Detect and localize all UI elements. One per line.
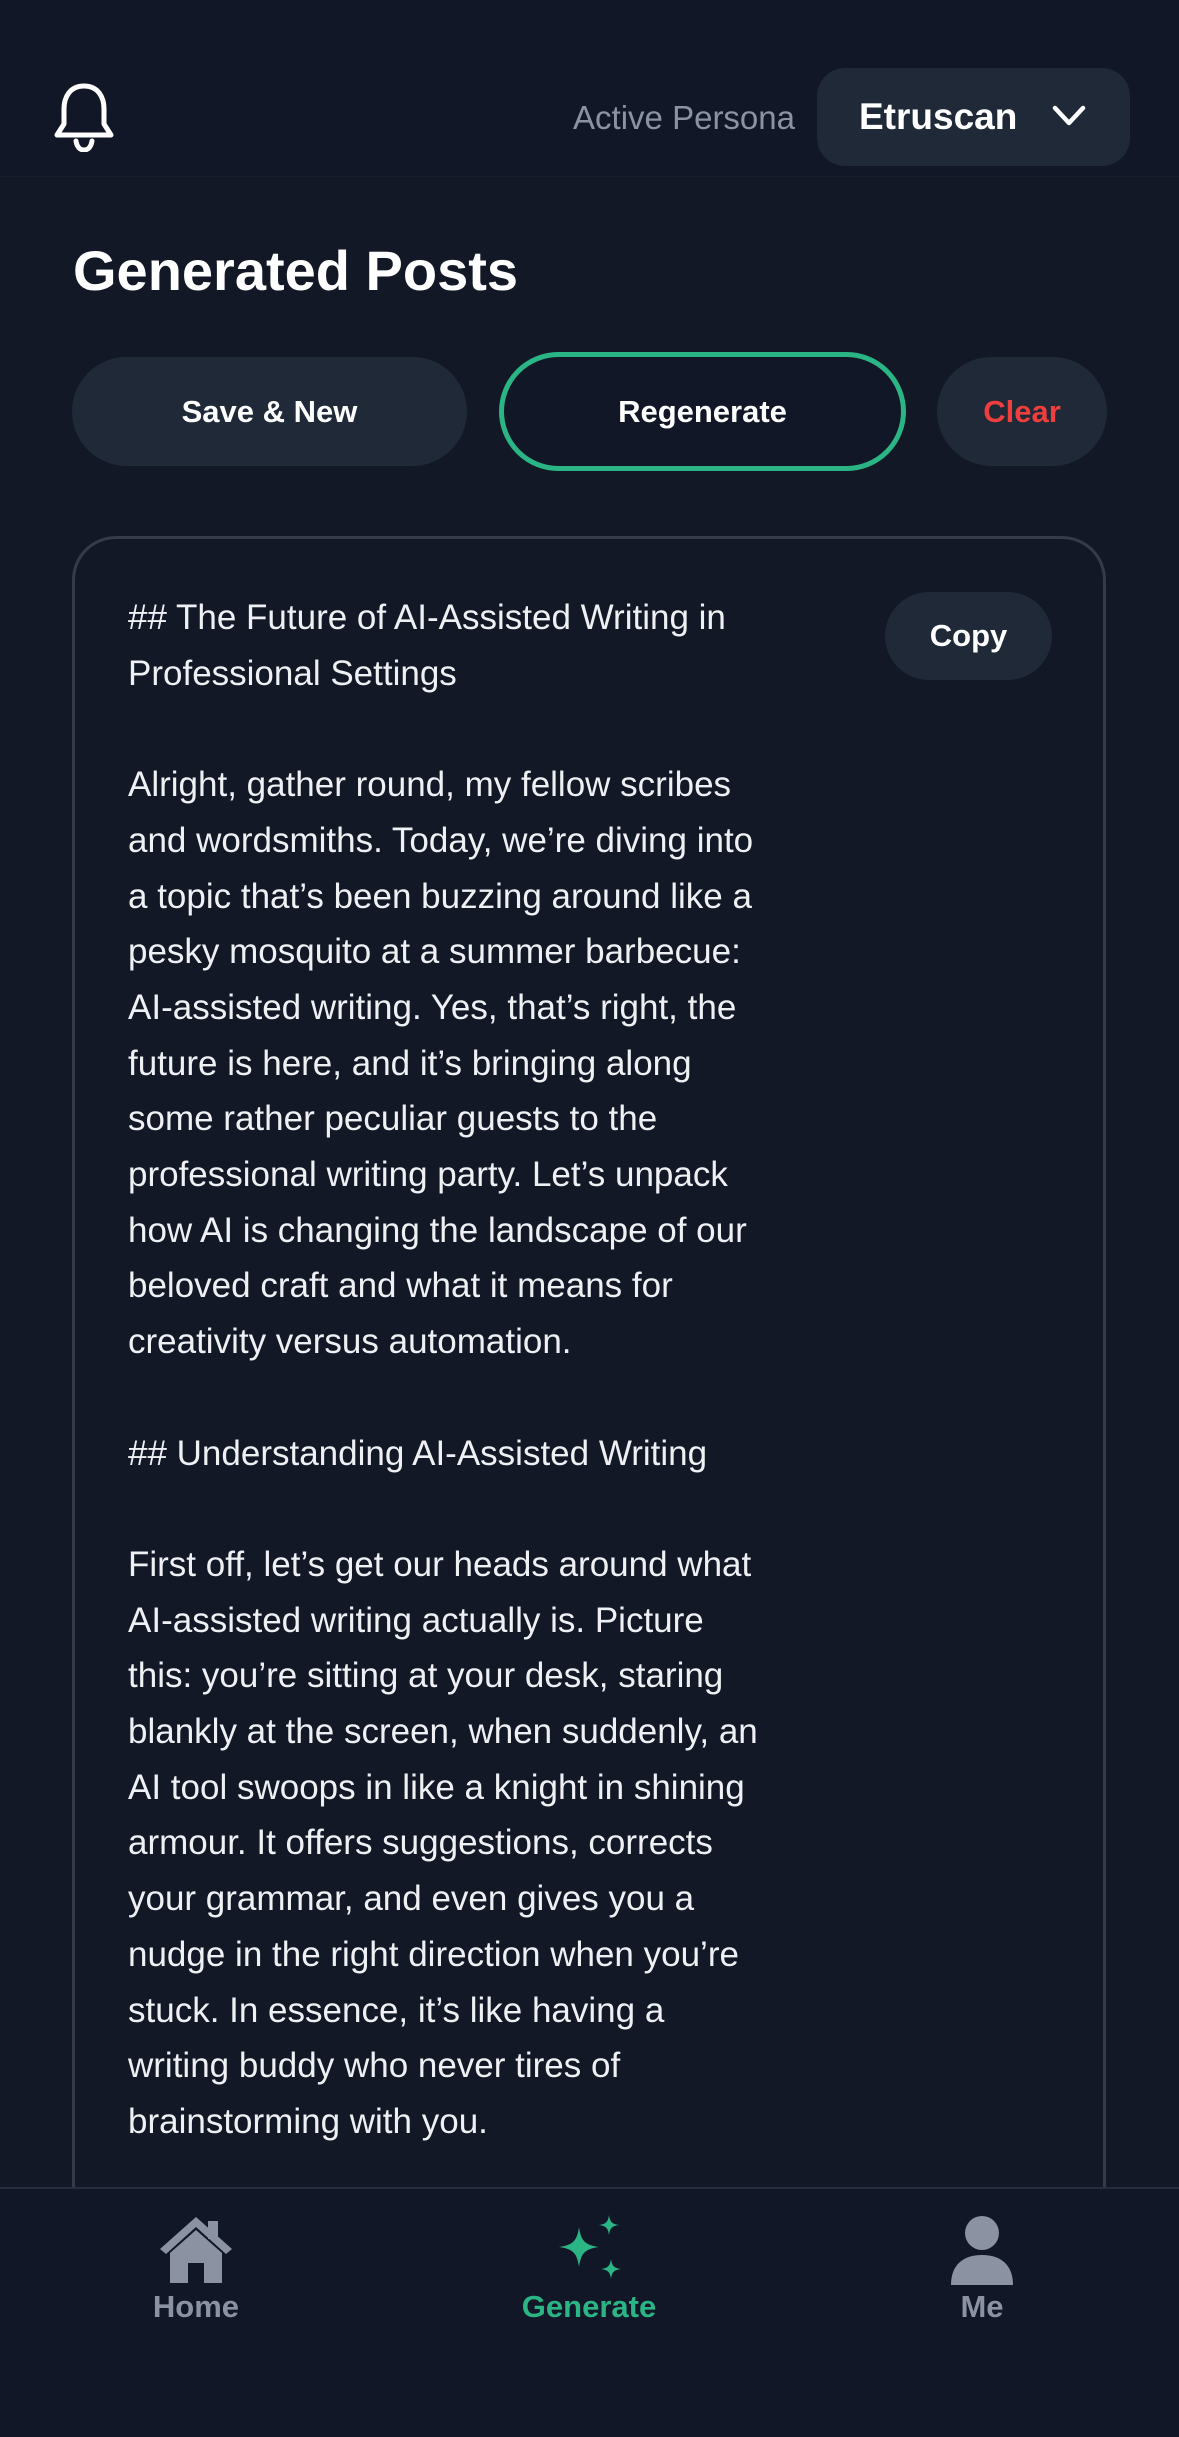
active-persona-label: Active Persona bbox=[573, 99, 795, 136]
home-icon bbox=[160, 2217, 232, 2283]
sparkles-icon bbox=[559, 2215, 621, 2279]
chevron-down-icon bbox=[1052, 105, 1086, 126]
save-new-button[interactable]: Save & New bbox=[72, 357, 467, 466]
clear-button[interactable]: Clear bbox=[937, 357, 1107, 466]
copy-button[interactable]: Copy bbox=[885, 592, 1052, 680]
app-root: Active Persona Etruscan Generated Posts … bbox=[0, 0, 1179, 2437]
nav-home[interactable]: Home bbox=[71, 2189, 321, 2349]
bell-icon[interactable] bbox=[52, 80, 116, 152]
nav-me[interactable]: Me bbox=[857, 2189, 1107, 2349]
post-body: ## The Future of AI-Assisted Writing in … bbox=[128, 598, 758, 2141]
nav-me-label: Me bbox=[960, 2289, 1004, 2324]
user-icon bbox=[951, 2216, 1013, 2285]
nav-generate-label: Generate bbox=[521, 2289, 657, 2324]
bottom-nav: Home Generate Me bbox=[0, 2187, 1179, 2437]
regenerate-button[interactable]: Regenerate bbox=[499, 352, 906, 471]
persona-dropdown[interactable]: Etruscan bbox=[817, 68, 1130, 166]
nav-home-label: Home bbox=[152, 2289, 240, 2324]
persona-value: Etruscan bbox=[859, 96, 1018, 137]
nav-generate[interactable]: Generate bbox=[464, 2189, 714, 2349]
top-bar: Active Persona Etruscan bbox=[0, 0, 1179, 177]
page-title: Generated Posts bbox=[73, 239, 519, 302]
